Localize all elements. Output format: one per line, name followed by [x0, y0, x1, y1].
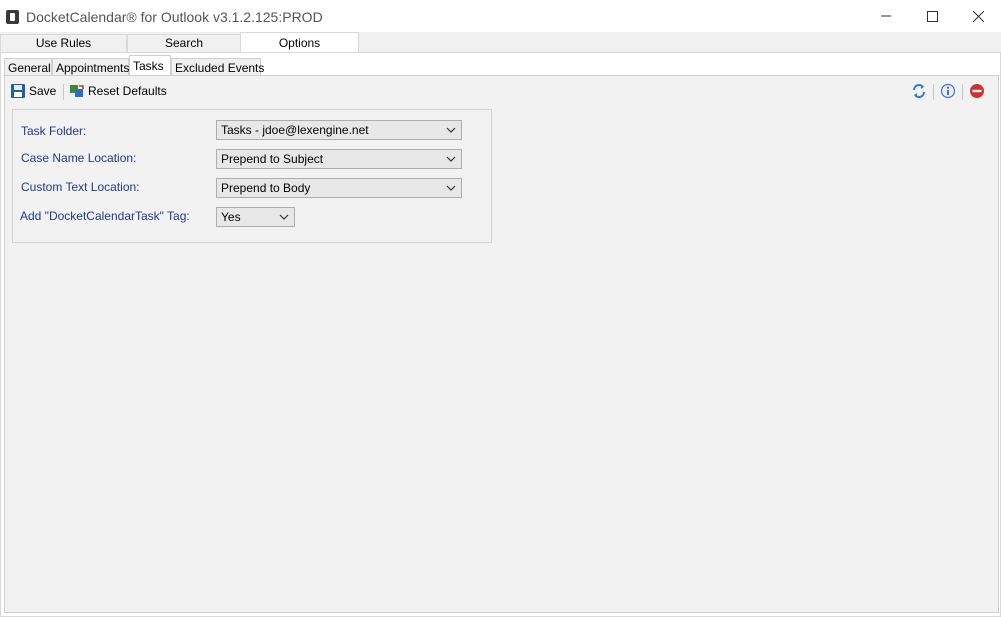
main-tab-strip: Use Rules Search Options [0, 32, 1001, 53]
stop-icon [970, 84, 984, 98]
toolbar-separator [63, 84, 64, 100]
save-label: Save [29, 84, 57, 98]
close-window-button[interactable] [955, 0, 1001, 32]
custom-text-location-label: Custom Text Location: [21, 180, 140, 194]
add-tag-select[interactable]: Yes [216, 207, 295, 227]
add-tag-label: Add "DocketCalendarTask" Tag: [20, 209, 190, 223]
minimize-button[interactable] [863, 0, 909, 32]
tab-use-rules[interactable]: Use Rules [0, 34, 127, 52]
tasks-content: Save Reset Defaults Task Folder: Tasks -… [4, 75, 999, 613]
tab-options[interactable]: Options [240, 32, 359, 53]
reset-defaults-button[interactable]: Reset Defaults [70, 82, 167, 100]
task-folder-label: Task Folder: [21, 124, 87, 138]
close-icon [972, 10, 984, 22]
chevron-down-icon [446, 156, 456, 162]
reset-defaults-label: Reset Defaults [88, 84, 167, 98]
info-icon [940, 83, 956, 99]
chevron-down-icon [279, 214, 289, 220]
toolbar: Save Reset Defaults [5, 76, 998, 106]
minimize-icon [881, 15, 891, 17]
refresh-icon [913, 84, 925, 98]
chevron-down-icon [446, 127, 456, 133]
case-name-location-select[interactable]: Prepend to Subject [216, 149, 462, 169]
chevron-down-icon [446, 185, 456, 191]
tab-tasks[interactable]: Tasks [129, 55, 171, 77]
refresh-button[interactable] [910, 82, 928, 100]
save-icon [11, 84, 25, 98]
maximize-icon [926, 10, 938, 22]
info-button[interactable] [939, 82, 957, 100]
custom-text-location-value: Prepend to Body [221, 181, 311, 195]
toolbar-separator [962, 84, 963, 100]
add-tag-value: Yes [221, 210, 241, 224]
app-logo-icon [6, 10, 19, 24]
task-settings-group: Task Folder: Tasks - jdoe@lexengine.net … [12, 109, 492, 243]
custom-text-location-select[interactable]: Prepend to Body [216, 178, 462, 198]
maximize-button[interactable] [909, 0, 955, 32]
window-title: DocketCalendar® for Outlook v3.1.2.125:P… [26, 9, 323, 25]
reset-icon [70, 85, 84, 97]
save-button[interactable]: Save [11, 82, 56, 100]
task-folder-select[interactable]: Tasks - jdoe@lexengine.net [216, 120, 462, 140]
task-folder-value: Tasks - jdoe@lexengine.net [221, 123, 369, 137]
case-name-location-value: Prepend to Subject [221, 152, 324, 166]
title-bar: DocketCalendar® for Outlook v3.1.2.125:P… [0, 0, 1001, 32]
case-name-location-label: Case Name Location: [21, 151, 137, 165]
tab-search[interactable]: Search [127, 34, 241, 52]
toolbar-separator [933, 84, 934, 100]
options-panel: General Appointments Tasks Excluded Even… [0, 52, 1001, 617]
stop-button[interactable] [968, 82, 986, 100]
